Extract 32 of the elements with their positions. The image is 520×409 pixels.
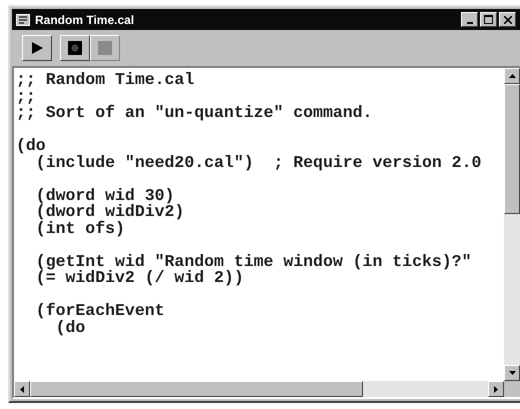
maximize-icon — [484, 15, 493, 24]
scroll-down-arrow-icon — [508, 371, 516, 375]
code-line: ;; — [16, 88, 36, 105]
vertical-scrollbar[interactable] — [504, 68, 520, 381]
maximize-button[interactable] — [480, 12, 497, 27]
scroll-left-arrow-icon — [20, 386, 24, 392]
minimize-button[interactable] — [461, 12, 478, 27]
code-line: (int ofs) — [34, 220, 125, 237]
close-button[interactable] — [499, 12, 516, 27]
resize-grip[interactable] — [504, 381, 520, 397]
minimize-icon — [466, 22, 472, 24]
scroll-up-arrow-icon — [508, 74, 516, 78]
document-icon — [16, 14, 30, 26]
code-line: ;; Random Time.cal — [16, 72, 194, 88]
close-icon — [504, 16, 512, 24]
stop-icon — [98, 41, 112, 55]
horizontal-scrollbar[interactable] — [14, 381, 504, 397]
record-button[interactable] — [60, 35, 90, 61]
code-line: ;; Sort of an "un-quantize" command. — [16, 105, 372, 122]
play-button[interactable] — [22, 35, 52, 61]
code-line: (do — [56, 320, 86, 336]
code-line: (dword wid 30) — [34, 188, 174, 204]
code-line: (do — [16, 138, 46, 154]
code-line: (getInt wid "Random time window (in ticks)?" — [34, 254, 472, 270]
code-line: (dword widDiv2) — [34, 204, 184, 220]
play-icon — [30, 41, 44, 55]
record-icon — [68, 41, 82, 55]
code-line: (include "need20.cal") ; Require version 2.0 — [36, 154, 482, 171]
code-line: (forEachEvent — [34, 303, 165, 320]
scroll-right-arrow-icon — [494, 386, 498, 392]
code-line: (= widDiv2 (/ wid 2)) — [34, 270, 244, 286]
window-title: Random Time.cal — [35, 12, 136, 26]
